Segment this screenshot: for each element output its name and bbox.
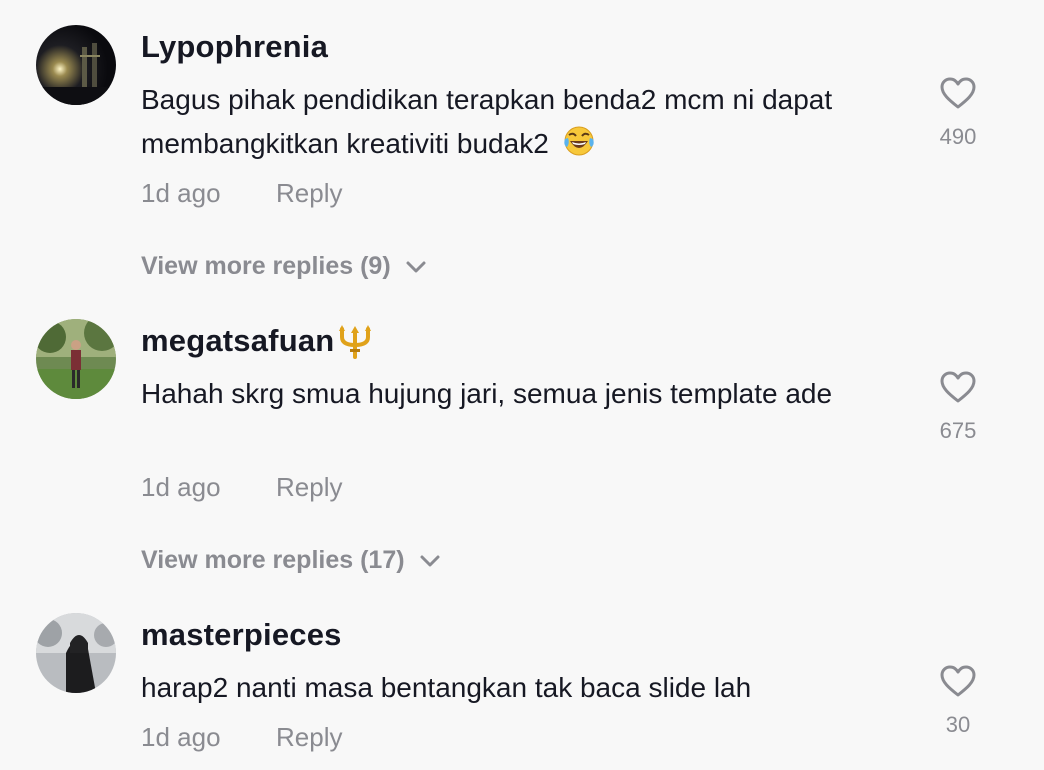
reply-button[interactable]: Reply [276, 178, 342, 209]
trident-emoji-icon [339, 325, 372, 359]
comment-meta: 1d ago Reply [141, 472, 342, 503]
comment-text: harap2 nanti masa bentangkan tak baca sl… [141, 666, 901, 710]
chevron-down-icon [406, 261, 426, 272]
view-more-replies-button[interactable]: View more replies (17) [141, 546, 441, 575]
comment-text: Bagus pihak pendidikan terapkan benda2 m… [141, 78, 901, 166]
comment-text: Hahah skrg smua hujung jari, semua jenis… [141, 372, 901, 416]
timestamp: 1d ago [141, 472, 221, 502]
like-count: 30 [945, 712, 971, 737]
like-control: 490 [918, 76, 998, 150]
view-more-replies-button[interactable]: View more replies (9) [141, 252, 427, 281]
avatar[interactable] [36, 25, 116, 105]
comment-body: harap2 nanti masa bentangkan tak baca sl… [141, 672, 752, 703]
chevron-down-icon [420, 555, 440, 566]
like-control: 675 [918, 370, 998, 444]
comment-body: Hahah skrg smua hujung jari, semua jenis… [141, 378, 833, 409]
like-count: 675 [939, 418, 977, 443]
reply-button[interactable]: Reply [276, 472, 342, 503]
timestamp: 1d ago [141, 722, 221, 752]
comment-list: Lypophrenia Bagus pihak pendidikan terap… [0, 0, 1044, 770]
heart-outline-icon[interactable] [939, 664, 977, 698]
username[interactable]: megatsafuan [141, 323, 374, 359]
timestamp: 1d ago [141, 178, 221, 208]
username[interactable]: Lypophrenia [141, 29, 328, 65]
tears-of-joy-emoji-icon [563, 126, 594, 156]
view-more-replies-label: View more replies (17) [141, 546, 405, 574]
comment-body: Bagus pihak pendidikan terapkan benda2 m… [141, 84, 833, 159]
like-control: 30 [918, 664, 998, 738]
avatar[interactable] [36, 319, 116, 399]
username-text: megatsafuan [141, 323, 335, 358]
username[interactable]: masterpieces [141, 617, 342, 653]
like-count: 490 [939, 124, 977, 149]
heart-outline-icon[interactable] [939, 76, 977, 110]
comment-meta: 1d ago Reply [141, 178, 342, 209]
heart-outline-icon[interactable] [939, 370, 977, 404]
comment-meta: 1d ago Reply [141, 722, 342, 753]
avatar[interactable] [36, 613, 116, 693]
reply-button[interactable]: Reply [276, 722, 342, 753]
view-more-replies-label: View more replies (9) [141, 252, 391, 280]
